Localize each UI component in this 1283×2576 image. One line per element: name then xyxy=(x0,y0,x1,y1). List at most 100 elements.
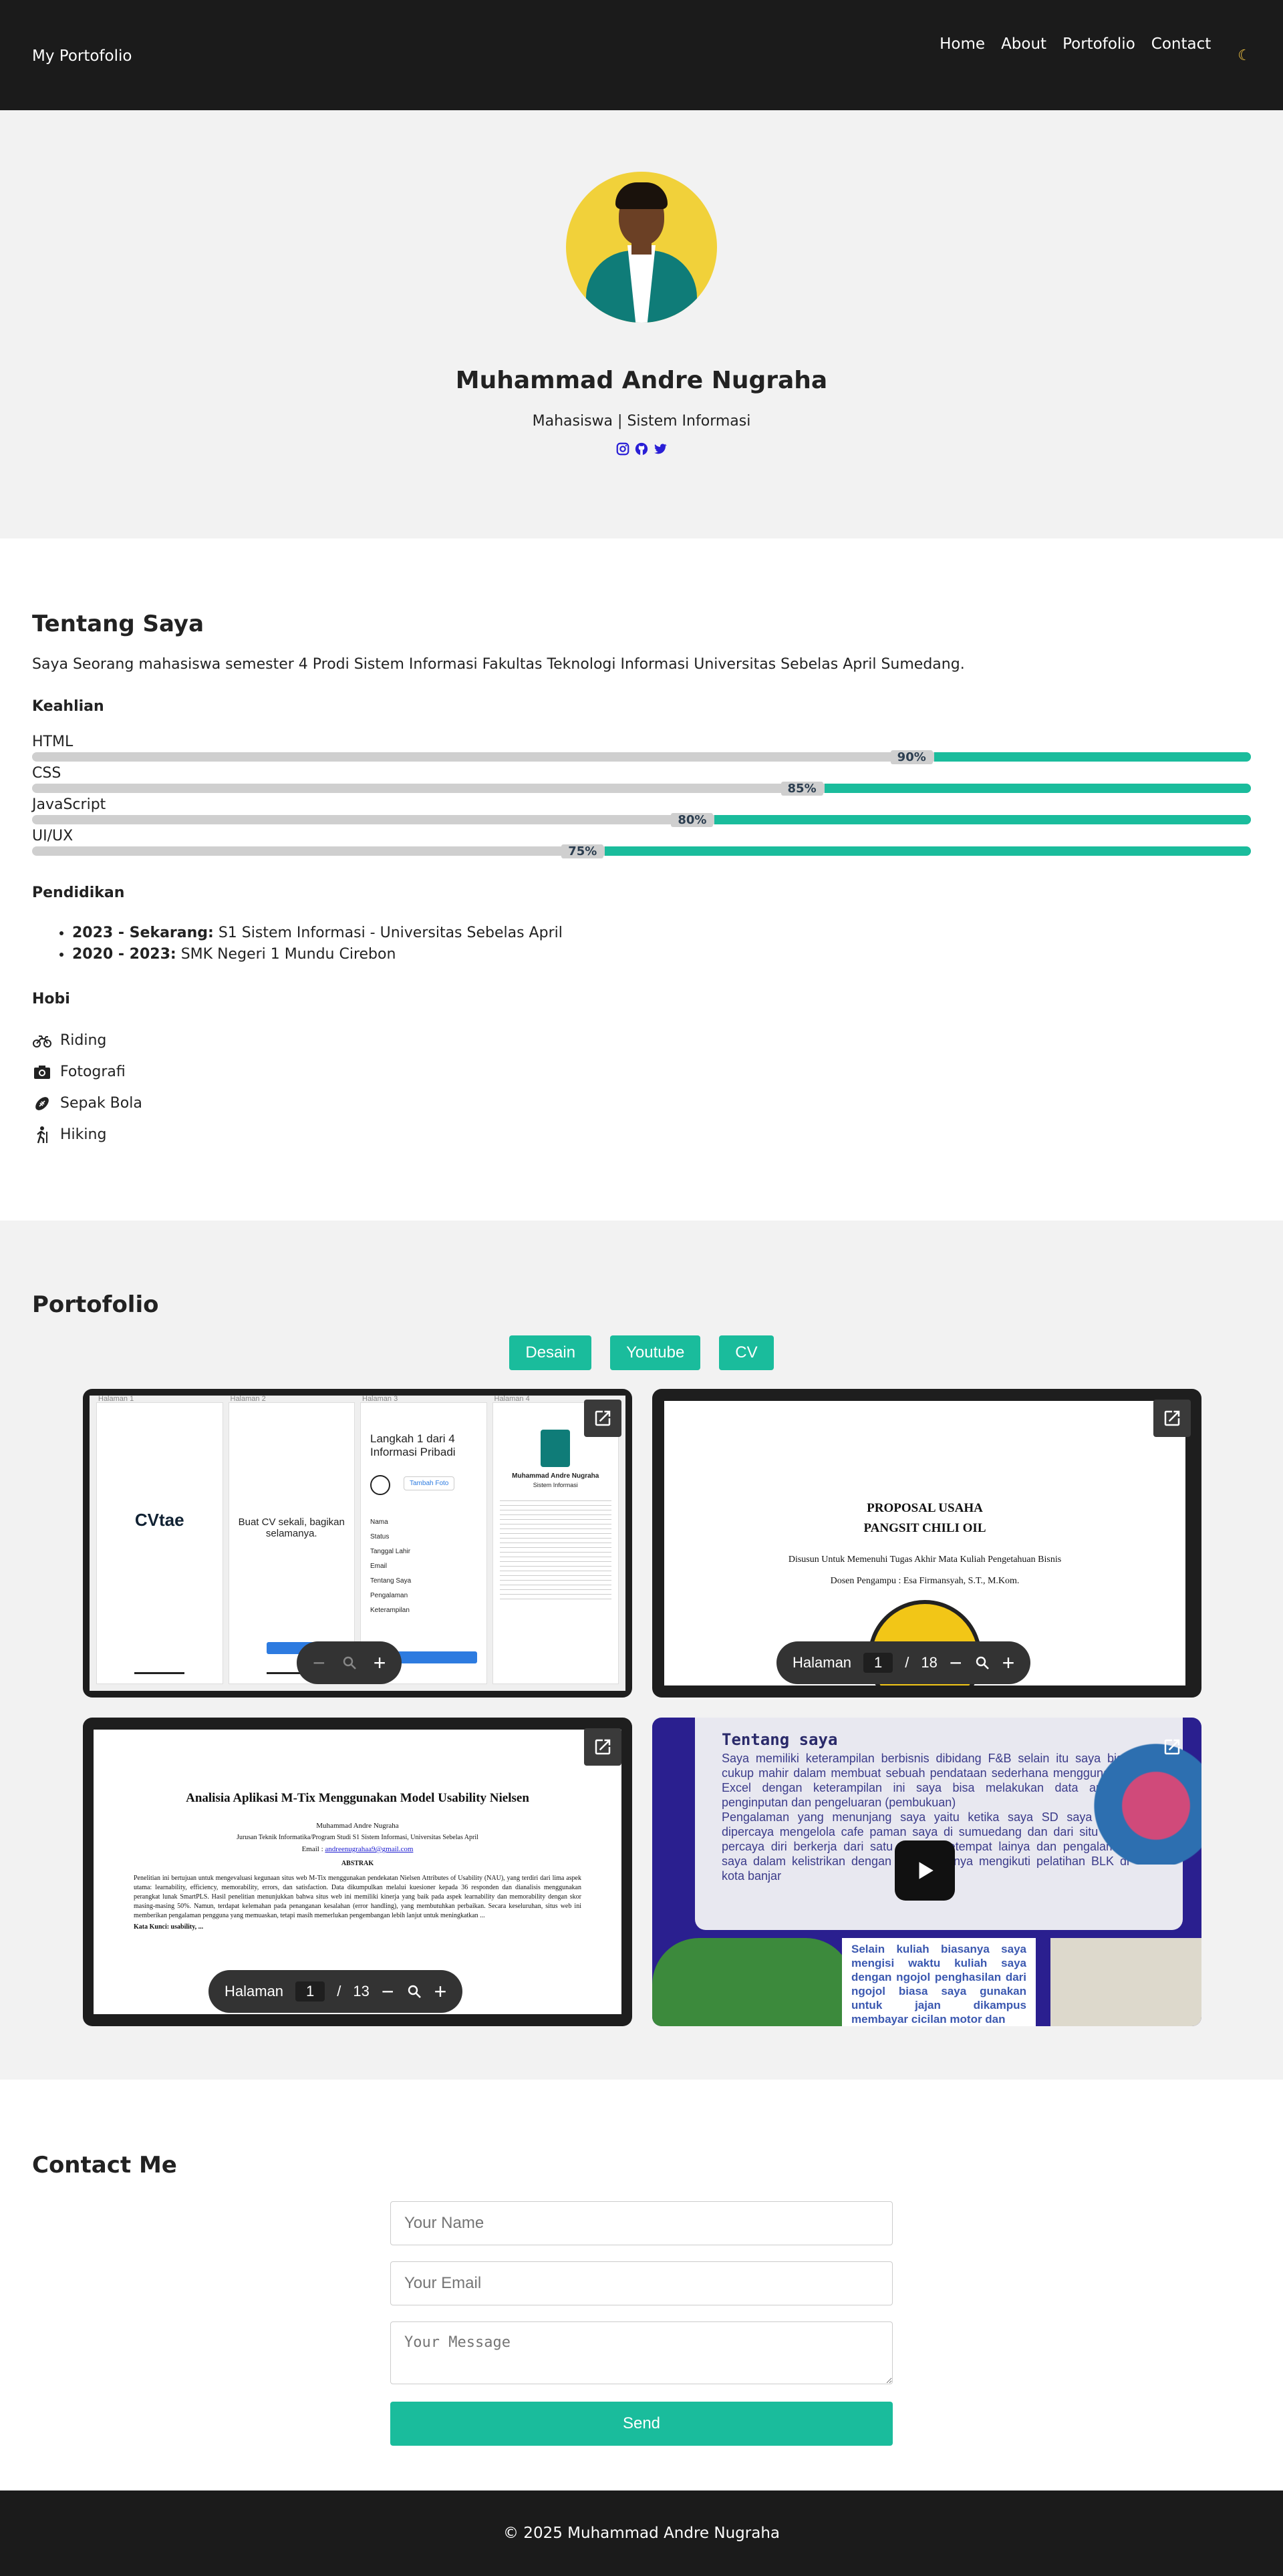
footer: © 2025 Muhammad Andre Nugraha xyxy=(0,2490,1283,2576)
navbar: My Portofolio Home About Portofolio Cont… xyxy=(0,0,1283,110)
doc-author: Muhammad Andre Nugraha xyxy=(316,1822,399,1830)
open-external-icon[interactable] xyxy=(584,1400,621,1437)
profile-preview-name: Muhammad Andre Nugraha xyxy=(512,1472,599,1480)
skill-percent: 90% xyxy=(890,750,933,764)
moon-icon[interactable]: ☾ xyxy=(1238,47,1251,64)
hobbies-list: Riding Fotografi Sepak Bola Hiking xyxy=(32,1025,1251,1150)
email-input[interactable] xyxy=(390,2261,893,2305)
hobby-label: Sepak Bola xyxy=(60,1095,142,1112)
page-toolbar: Halaman 1 / 13 − + xyxy=(208,1970,463,2013)
hobby-label: Hiking xyxy=(60,1126,107,1143)
skill-uiux: UI/UX 75% xyxy=(32,828,1251,859)
message-textarea[interactable] xyxy=(390,2321,893,2384)
send-button[interactable]: Send xyxy=(390,2402,893,2446)
open-external-icon[interactable] xyxy=(1153,1400,1191,1437)
hobby-item: Hiking xyxy=(32,1119,1251,1150)
doc-line: Dosen Pengampu : Esa Firmansyah, S.T., M… xyxy=(830,1576,1020,1586)
skill-percent: 80% xyxy=(671,813,714,827)
filter-cv-button[interactable]: CV xyxy=(719,1335,774,1370)
video-heading: Tentang saya xyxy=(722,1730,838,1749)
skill-name: JavaScript xyxy=(32,796,106,813)
hobby-label: Fotografi xyxy=(60,1064,126,1080)
add-photo-button: Tambah Foto xyxy=(404,1476,455,1490)
education-text: SMK Negeri 1 Mundu Cirebon xyxy=(176,946,396,963)
screen-label: Halaman 3 xyxy=(362,1396,398,1403)
page-input[interactable]: 1 xyxy=(863,1653,893,1673)
education-list: 2023 - Sekarang: S1 Sistem Informasi - U… xyxy=(32,923,1251,965)
video-text: Saya memiliki keterampilan berbisnis dib… xyxy=(722,1752,1129,1809)
screen-label: Halaman 1 xyxy=(98,1396,134,1403)
page-input[interactable]: 1 xyxy=(295,1981,325,2001)
skill-percent: 75% xyxy=(561,844,604,858)
nav-menu: Home About Portofolio Contact ☾ xyxy=(923,23,1251,65)
page-separator: / xyxy=(905,1654,909,1671)
skill-name: UI/UX xyxy=(32,828,74,844)
about-section: Tentang Saya Saya Seorang mahasiswa seme… xyxy=(0,538,1283,1221)
zoom-search-icon[interactable] xyxy=(341,1655,358,1671)
name-input[interactable] xyxy=(390,2201,893,2245)
footer-copyright: © 2025 Muhammad Andre Nugraha xyxy=(503,2525,780,2542)
app-logo: CVtae xyxy=(134,1510,184,1530)
zoom-in-icon[interactable]: + xyxy=(434,1981,447,2002)
twitter-icon[interactable] xyxy=(653,442,668,456)
open-external-icon[interactable] xyxy=(584,1728,621,1766)
zoom-in-icon[interactable]: + xyxy=(1002,1652,1015,1673)
nav-link-contact[interactable]: Contact xyxy=(1151,35,1211,53)
education-years: 2023 - Sekarang: xyxy=(72,925,214,941)
skill-name: CSS xyxy=(32,765,61,782)
doc-subtitle: PANGSIT CHILI OIL xyxy=(863,1521,986,1535)
zoom-in-icon[interactable]: + xyxy=(374,1652,386,1673)
zoom-out-icon[interactable]: − xyxy=(313,1652,325,1673)
instagram-icon[interactable] xyxy=(615,442,630,456)
page-toolbar: Halaman 1 / 18 − + xyxy=(776,1641,1031,1684)
step-title: Langkah 1 dari 4 Informasi Pribadi xyxy=(370,1432,456,1458)
portfolio-card-cvtae[interactable]: Halaman 1 CVtae Halaman 2 Buat CV sekali… xyxy=(83,1389,632,1698)
form-field: Tentang Saya xyxy=(370,1577,412,1585)
portfolio-card-video[interactable]: Tentang saya Saya memiliki keterampilan … xyxy=(652,1718,1201,2026)
form-field: Pengalaman xyxy=(370,1592,408,1599)
open-external-icon[interactable] xyxy=(1153,1728,1191,1766)
hobbies-title: Hobi xyxy=(32,991,70,1007)
portfolio-card-journal[interactable]: Analisia Aplikasi M-Tix Menggunakan Mode… xyxy=(83,1718,632,2026)
zoom-out-icon[interactable]: − xyxy=(950,1652,962,1673)
doc-affiliation: Jurusan Teknik Informatika/Program Studi… xyxy=(237,1834,478,1841)
filter-youtube-button[interactable]: Youtube xyxy=(610,1335,701,1370)
hobby-item: Sepak Bola xyxy=(32,1088,1251,1119)
form-field: Email xyxy=(370,1563,388,1570)
nav-link-portofolio[interactable]: Portofolio xyxy=(1062,35,1135,53)
skill-percent: 85% xyxy=(780,782,823,796)
about-title: Tentang Saya xyxy=(32,611,204,637)
education-title: Pendidikan xyxy=(32,884,125,901)
pdf-page: Analisia Aplikasi M-Tix Menggunakan Mode… xyxy=(94,1730,621,1931)
video-text: Selain kuliah biasanya saya mengisi wakt… xyxy=(842,1938,1036,2026)
education-item: 2023 - Sekarang: S1 Sistem Informasi - U… xyxy=(72,923,1251,944)
about-intro: Saya Seorang mahasiswa semester 4 Prodi … xyxy=(32,656,965,673)
hobby-item: Riding xyxy=(32,1025,1251,1056)
play-button[interactable] xyxy=(895,1840,955,1901)
zoom-search-icon[interactable] xyxy=(974,1655,990,1671)
motorcycle-icon xyxy=(33,1035,51,1048)
portfolio-card-proposal[interactable]: PROPOSAL USAHA PANGSIT CHILI OIL Disusun… xyxy=(652,1389,1201,1698)
brand-logo[interactable]: My Portofolio xyxy=(32,47,132,65)
contact-form: Send xyxy=(390,2201,893,2446)
app-screen: Halaman 1 CVtae xyxy=(96,1396,223,1684)
nav-link-home[interactable]: Home xyxy=(940,35,985,53)
nav-link-about[interactable]: About xyxy=(1001,35,1046,53)
zoom-out-icon[interactable]: − xyxy=(382,1981,394,2002)
page-total: 13 xyxy=(353,1983,370,1999)
doc-title: PROPOSAL USAHA xyxy=(867,1501,983,1515)
doc-line: Disusun Untuk Memenuhi Tugas Akhir Mata … xyxy=(788,1555,1062,1565)
skill-bar xyxy=(32,846,1251,856)
hiking-icon xyxy=(37,1126,47,1143)
contact-section: Contact Me Send xyxy=(0,2080,1283,2490)
contact-title: Contact Me xyxy=(32,2152,177,2179)
screen-label: Halaman 4 xyxy=(494,1396,530,1403)
form-field: Status xyxy=(370,1533,390,1541)
zoom-search-icon[interactable] xyxy=(406,1983,422,1999)
filter-desain-button[interactable]: Desain xyxy=(509,1335,592,1370)
github-icon[interactable] xyxy=(634,442,649,456)
form-fields: Nama Status Tanggal Lahir Email Tentang … xyxy=(370,1515,477,1618)
doc-email-label: Email : xyxy=(301,1845,325,1853)
profile-preview-role: Sistem Informasi xyxy=(533,1482,578,1488)
portfolio-filters: Desain Youtube CV xyxy=(32,1335,1251,1370)
